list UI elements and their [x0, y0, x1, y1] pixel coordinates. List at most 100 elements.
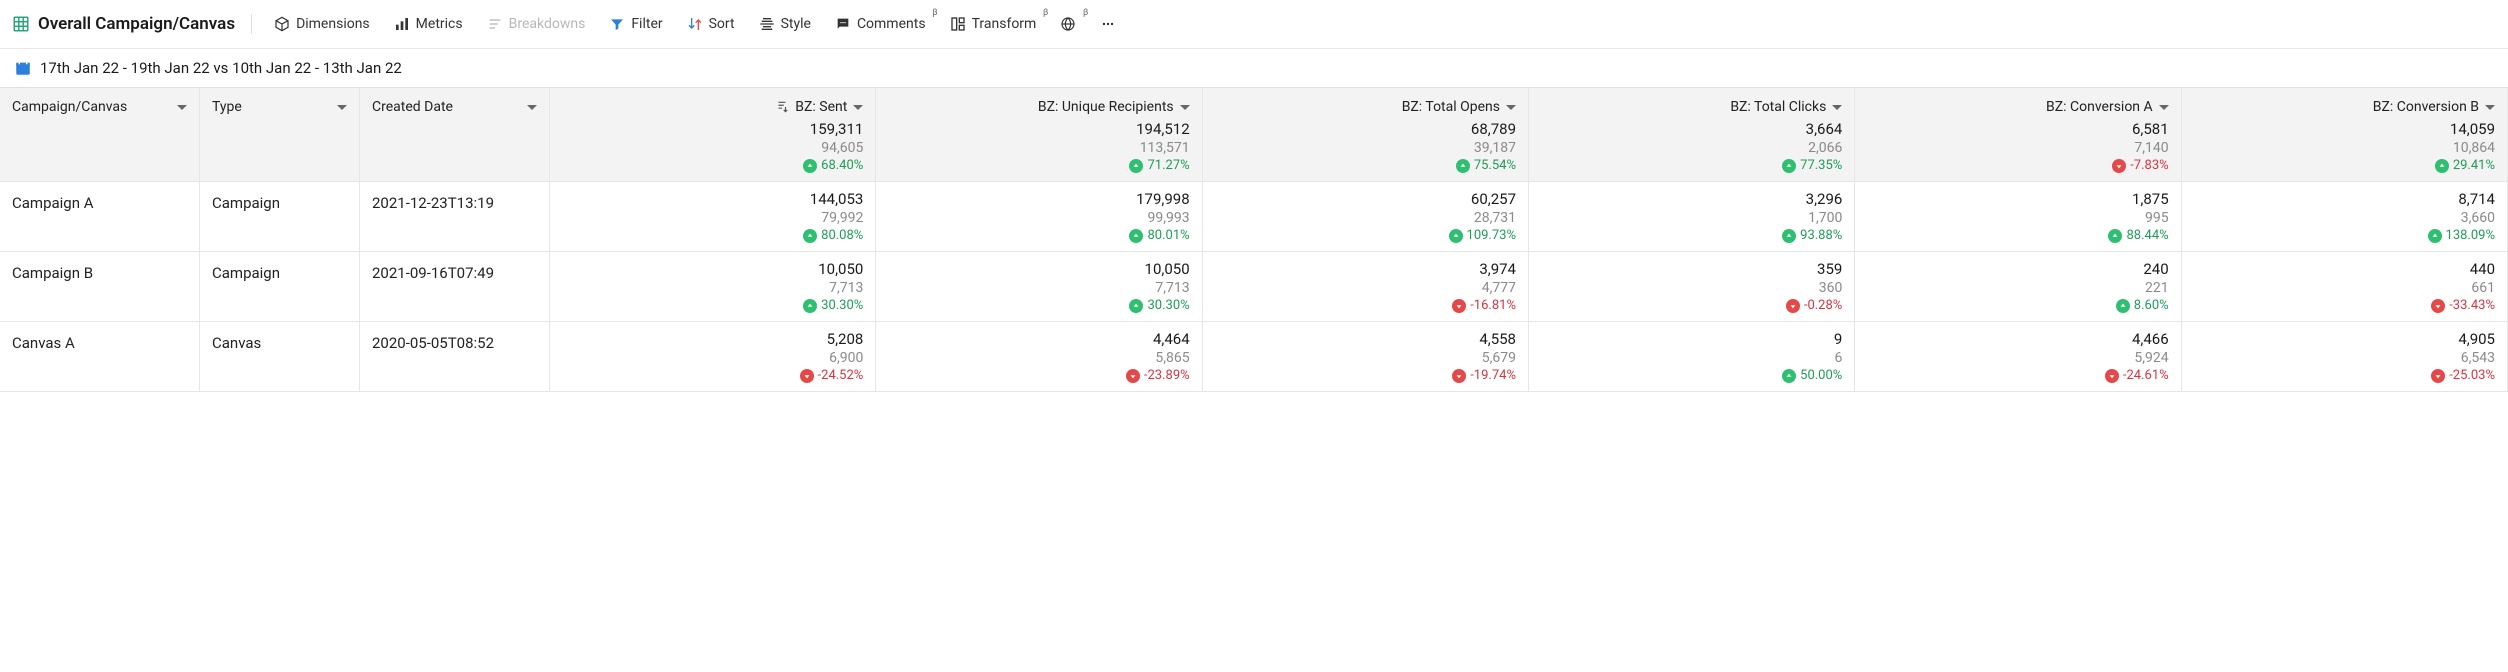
- chevron-down-icon: [2485, 105, 2495, 110]
- val-main: 240: [2143, 260, 2168, 278]
- delta-up-icon: [1782, 369, 1796, 383]
- agg-delta: 71.27%: [888, 158, 1189, 173]
- delta-up-icon: [1456, 159, 1470, 173]
- val-main: 5,208: [827, 330, 864, 348]
- chevron-down-icon: [1832, 105, 1842, 110]
- globe-button[interactable]: β: [1050, 10, 1086, 38]
- delta-down-icon: [1126, 369, 1140, 383]
- date-range-text: 17th Jan 22 - 19th Jan 22 vs 10th Jan 22…: [40, 59, 402, 77]
- val-delta: 30.30%: [803, 298, 863, 313]
- tool-label: Dimensions: [296, 16, 370, 32]
- val-compare: 5,679: [1482, 350, 1516, 366]
- agg-value: 14,059: [2194, 120, 2495, 138]
- delta-down-icon: [1452, 369, 1466, 383]
- val-delta: -0.28%: [1786, 298, 1842, 313]
- val-compare: 360: [1819, 280, 1843, 296]
- col-label: BZ: Total Opens: [1402, 99, 1500, 115]
- val-compare: 79,992: [821, 210, 863, 226]
- cell-metric: 179,99899,99380.01%: [876, 182, 1202, 252]
- col-header-metric[interactable]: BZ: Total Opens68,78939,18775.54%: [1203, 88, 1529, 182]
- table-icon: [12, 15, 30, 33]
- val-compare: 5,924: [2134, 350, 2168, 366]
- val-compare: 995: [2145, 210, 2169, 226]
- tool-label: Comments: [857, 16, 926, 32]
- val-compare: 7,713: [829, 280, 863, 296]
- agg-value: 3,664: [1541, 120, 1842, 138]
- col-header-metric[interactable]: BZ: Total Clicks3,6642,06677.35%: [1529, 88, 1855, 182]
- metrics-button[interactable]: Metrics: [384, 10, 473, 38]
- val-delta: -16.81%: [1452, 298, 1516, 313]
- cell-name: Canvas A: [0, 322, 200, 392]
- col-label: Type: [212, 99, 242, 115]
- val-delta: 93.88%: [1782, 228, 1842, 243]
- date-range-bar[interactable]: 17th Jan 22 - 19th Jan 22 vs 10th Jan 22…: [0, 49, 2508, 87]
- transform-button[interactable]: Transform β: [940, 10, 1047, 38]
- agg-compare: 2,066: [1541, 140, 1842, 156]
- comments-button[interactable]: Comments β: [825, 10, 936, 38]
- col-header-metric[interactable]: BZ: Conversion A6,5817,140-7.83%: [1855, 88, 2181, 182]
- val-main: 1,875: [2132, 190, 2169, 208]
- more-button[interactable]: [1090, 10, 1126, 38]
- col-label: BZ: Conversion B: [2373, 99, 2479, 115]
- val-compare: 4,777: [1482, 280, 1516, 296]
- cell-metric: 3,2961,70093.88%: [1529, 182, 1855, 252]
- val-compare: 99,993: [1148, 210, 1190, 226]
- tool-label: Transform: [972, 16, 1037, 32]
- delta-up-icon: [2116, 299, 2130, 313]
- cell-metric: 4,4645,865-23.89%: [876, 322, 1202, 392]
- col-header-created[interactable]: Created Date: [360, 88, 550, 182]
- style-icon: [759, 16, 775, 32]
- val-compare: 28,731: [1474, 210, 1516, 226]
- col-label: Campaign/Canvas: [12, 99, 127, 115]
- col-header-metric[interactable]: BZ: Sent159,31194,60568.40%: [550, 88, 876, 182]
- agg-value: 159,311: [562, 120, 863, 138]
- col-header-campaign[interactable]: Campaign/Canvas: [0, 88, 200, 182]
- delta-down-icon: [1786, 299, 1800, 313]
- col-header-metric[interactable]: BZ: Conversion B14,05910,86429.41%: [2182, 88, 2508, 182]
- data-grid: Campaign/Canvas Type Created Date BZ: Se…: [0, 87, 2508, 392]
- delta-down-icon: [2112, 159, 2126, 173]
- delta-down-icon: [2105, 369, 2119, 383]
- agg-delta: -7.83%: [1867, 158, 2168, 173]
- delta-up-icon: [1782, 229, 1796, 243]
- col-label: BZ: Total Clicks: [1730, 99, 1826, 115]
- tool-label: Breakdowns: [509, 16, 586, 32]
- chevron-down-icon: [1180, 105, 1190, 110]
- dimensions-button[interactable]: Dimensions: [264, 10, 380, 38]
- col-label: BZ: Conversion A: [2046, 99, 2153, 115]
- cell-metric: 4,9056,543-25.03%: [2182, 322, 2508, 392]
- beta-badge: β: [1043, 8, 1048, 18]
- cell-metric: 1,87599588.44%: [1855, 182, 2181, 252]
- cell-created: 2020-05-05T08:52: [360, 322, 550, 392]
- delta-down-icon: [2431, 369, 2445, 383]
- col-label: BZ: Sent: [795, 99, 847, 115]
- transform-icon: [950, 16, 966, 32]
- cell-metric: 4,5585,679-19.74%: [1203, 322, 1529, 392]
- val-main: 4,464: [1153, 330, 1190, 348]
- style-button[interactable]: Style: [749, 10, 821, 38]
- toolbar: Overall Campaign/Canvas Dimensions Metri…: [0, 0, 2508, 49]
- agg-delta: 75.54%: [1215, 158, 1516, 173]
- val-compare: 1,700: [1808, 210, 1842, 226]
- page-title: Overall Campaign/Canvas: [38, 14, 235, 34]
- delta-up-icon: [1129, 159, 1143, 173]
- cell-metric: 144,05379,99280.08%: [550, 182, 876, 252]
- val-delta: -25.03%: [2431, 368, 2495, 383]
- chevron-down-icon: [853, 105, 863, 110]
- agg-value: 68,789: [1215, 120, 1516, 138]
- filter-button[interactable]: Filter: [599, 10, 672, 38]
- breakdowns-button[interactable]: Breakdowns: [477, 10, 596, 38]
- col-label: BZ: Unique Recipients: [1038, 99, 1174, 115]
- col-header-metric[interactable]: BZ: Unique Recipients194,512113,57171.27…: [876, 88, 1202, 182]
- val-delta: -23.89%: [1126, 368, 1190, 383]
- val-delta: 80.08%: [803, 228, 863, 243]
- cell-metric: 9650.00%: [1529, 322, 1855, 392]
- beta-badge: β: [932, 8, 937, 18]
- val-compare: 6: [1834, 350, 1842, 366]
- agg-compare: 113,571: [888, 140, 1189, 156]
- tool-label: Style: [781, 16, 811, 32]
- cell-metric: 3,9744,777-16.81%: [1203, 252, 1529, 322]
- val-main: 4,905: [2458, 330, 2495, 348]
- col-header-type[interactable]: Type: [200, 88, 360, 182]
- sort-button[interactable]: Sort: [677, 10, 745, 38]
